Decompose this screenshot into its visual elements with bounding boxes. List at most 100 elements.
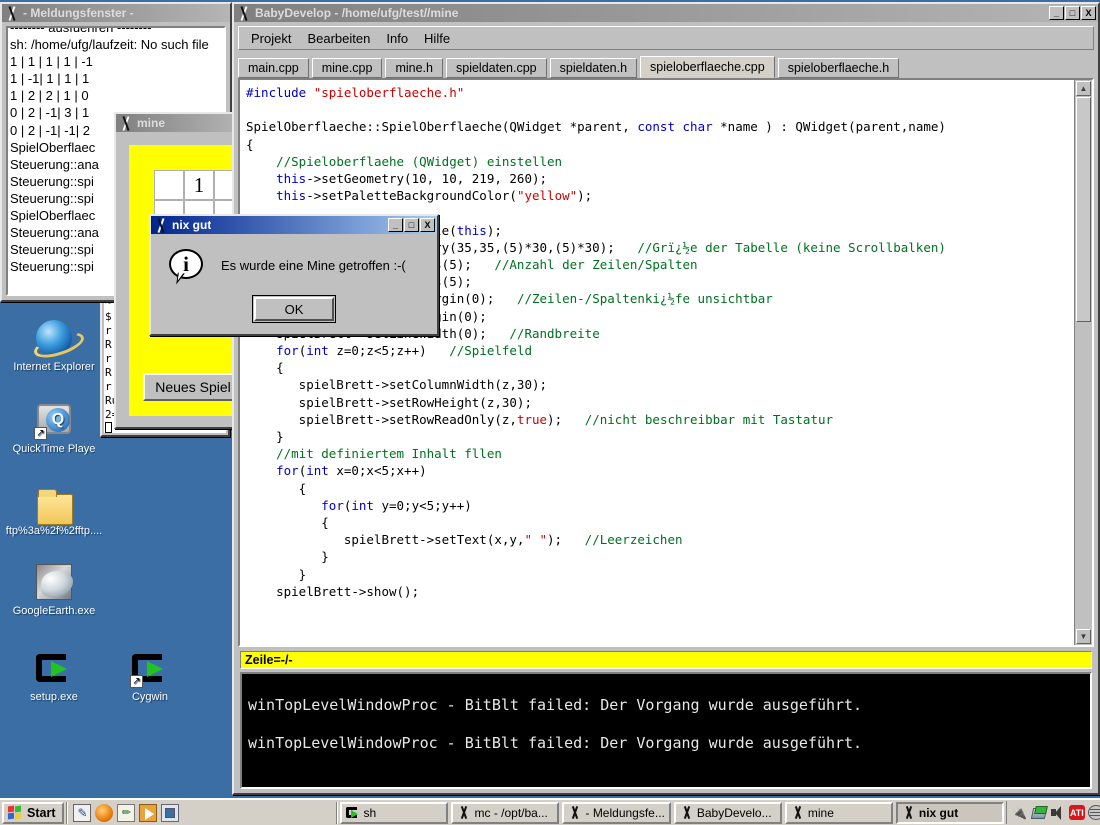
desktop-icon-setup-exe[interactable]: setup.exe [8,648,100,703]
scroll-up-arrow-icon[interactable]: ▲ [1076,81,1091,96]
network-icon[interactable] [1031,805,1047,820]
tab-mine-h[interactable]: mine.h [385,58,443,78]
output-console[interactable]: winTopLevelWindowProc - BitBlt failed: D… [240,672,1092,789]
dialog-message-row: i Es wurde eine Mine getroffen :-( [155,237,433,287]
code-line: { [246,480,307,496]
code-line: for(int y=0;y<5;y++) [321,497,472,513]
desktop-icon-internet-explorer[interactable]: Internet Explorer [8,318,100,373]
start-label: Start [27,805,56,820]
babydevelop-titlebar[interactable]: BabyDevelop - /home/ufg/test//mine _ □ X [234,4,1098,22]
code-line: spielBrett->setRowHeight(z,30); [246,394,532,410]
code-line: spielBrett->setColumnWidth(z,30); [246,377,548,393]
info-icon: i [169,249,203,287]
tab-spieldaten-cpp[interactable]: spieldaten.cpp [446,58,547,78]
ati-icon[interactable]: ATI [1068,805,1085,820]
code-line: this->setGeometry(10, 10, 219, 260); [276,171,548,187]
list-item: 1 | 1 | 1 | 1 | -1 [10,54,93,70]
tab-mine-cpp[interactable]: mine.cpp [311,58,383,78]
code-line: spielBrett->show(); [246,583,420,599]
task-button-babydevelop[interactable]: BabyDevelo... [673,801,782,824]
close-button[interactable]: X [420,218,435,232]
x-logo-icon [236,6,252,21]
tab-spieldaten-h[interactable]: spieldaten.h [549,58,638,78]
volume-icon[interactable] [1050,805,1066,820]
maximize-button[interactable]: □ [1065,6,1080,20]
menu-item-info[interactable]: Info [378,29,416,48]
window-title: nix gut [172,218,212,232]
firefox-icon[interactable] [95,803,114,822]
babydevelop-window[interactable]: BabyDevelop - /home/ufg/test//mine _ □ X… [232,2,1100,795]
google-earth-icon [34,562,74,602]
console-line: winTopLevelWindowProc - BitBlt failed: D… [248,696,863,714]
new-game-button[interactable]: Neues Spiel [143,373,243,401]
tab-spieloberflaeche-h[interactable]: spieloberflaeche.h [777,58,900,78]
x-icon [680,806,694,819]
x-logo-icon [4,6,20,21]
code-line: } [246,566,307,582]
internet-explorer-icon [34,318,74,358]
board-cell[interactable] [154,170,184,200]
code-editor[interactable]: #include "spieloberflaeche.h" SpielOberf… [238,78,1094,647]
wordpad-icon[interactable] [117,803,136,822]
file-tabs[interactable]: main.cpp mine.cpp mine.h spieldaten.cpp … [238,56,1094,78]
code-line: for(int x=0;x<5;x++) [276,463,427,479]
code-line: //mit definiertem Inhalt fllen [276,446,502,462]
close-button[interactable]: X [1081,6,1096,20]
mine-titlebar[interactable]: mine [116,114,242,132]
code-text[interactable]: #include "spieloberflaeche.h" SpielOberf… [240,80,1074,645]
window-title: mine [137,116,166,130]
windows-flag-icon [8,805,23,820]
board-cell[interactable]: 1 [184,170,214,200]
desktop-icon-ftp-folder[interactable]: ftp%3a%2f%2fftp.... [6,482,102,537]
x-logo-icon [118,116,134,131]
nix-gut-titlebar[interactable]: nix gut _ □ X [151,216,437,234]
desktop-icon-google-earth[interactable]: GoogleEarth.exe [8,562,100,617]
nix-gut-dialog[interactable]: nix gut _ □ X i Es wurde eine Mine getro… [149,214,439,336]
minimize-button[interactable]: _ [1049,6,1064,20]
tab-spieloberflaeche-cpp[interactable]: spieloberflaeche.cpp [640,56,775,78]
minimize-button[interactable]: _ [388,218,403,232]
task-button-mine[interactable]: mine [784,801,893,824]
cygwin-icon: ↗ [130,648,170,688]
desktop-icon-quicktime-player[interactable]: ↗ QuickTime Playe [8,400,100,455]
task-label: mine [807,805,834,820]
list-item: -------- ausfuehren -------- [10,28,222,36]
desktop-icon-label: Cygwin [131,691,169,703]
task-button-mc[interactable]: mc - /opt/ba... [451,801,560,824]
code-line: { [246,515,329,531]
code-line: { [246,136,254,152]
ok-button[interactable]: OK [252,295,336,323]
task-label: - Meldungsfe... [585,805,665,820]
task-button-meldungsfenster[interactable]: - Meldungsfe... [562,801,671,824]
task-button-nix-gut[interactable]: nix gut [895,801,1004,824]
menu-item-hilfe[interactable]: Hilfe [416,29,458,48]
window-title: - Meldungsfenster - [23,6,134,20]
notepad-icon[interactable] [73,803,92,822]
taskbar-separator [336,801,339,824]
folder-icon [34,482,74,525]
desktop-icon-cygwin[interactable]: ↗ Cygwin [104,648,196,703]
console-line: winTopLevelWindowProc - BitBlt failed: D… [248,734,863,752]
menu-item-bearbeiten[interactable]: Bearbeiten [299,29,378,48]
list-item: sh: /home/ufg/laufzeit: No such file [10,37,209,53]
editor-vertical-scrollbar[interactable]: ▲ ▼ [1074,80,1092,645]
code-line: } [246,429,284,445]
menubar[interactable]: Projekt Bearbeiten Info Hilfe [238,26,1094,50]
menu-item-projekt[interactable]: Projekt [243,29,299,48]
scrollbar-thumb[interactable] [1076,97,1091,322]
tab-main-cpp[interactable]: main.cpp [238,58,309,78]
media-player-icon[interactable] [139,803,158,822]
desktop-icon-label: QuickTime Playe [12,443,96,455]
maximize-button[interactable]: □ [404,218,419,232]
task-button-sh[interactable]: sh [340,801,449,824]
unplug-hardware-icon[interactable] [1012,805,1028,820]
code-line: #include "spieloberflaeche.h" [246,85,465,100]
globe-icon[interactable] [1087,805,1100,820]
task-list: sh mc - /opt/ba... - Meldungsfe... BabyD… [340,801,1004,824]
scroll-down-arrow-icon[interactable]: ▼ [1076,629,1091,644]
show-desktop-icon[interactable] [161,803,180,822]
list-item: 1 | 2 | 2 | 1 | 0 [10,88,89,104]
start-button[interactable]: Start [2,801,65,824]
desktop-icon-label: Internet Explorer [13,361,95,373]
meldungsfenster-titlebar[interactable]: - Meldungsfenster - [2,4,230,22]
